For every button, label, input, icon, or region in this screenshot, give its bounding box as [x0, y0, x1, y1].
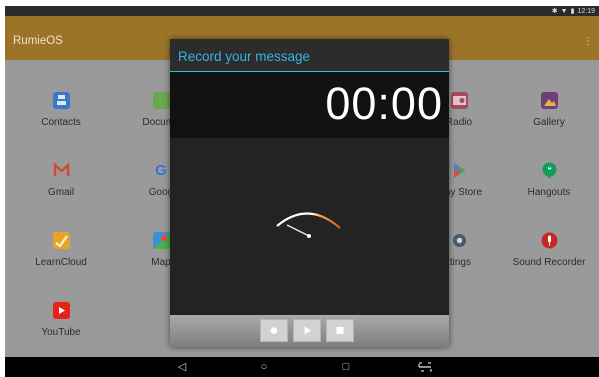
bluetooth-icon: ✱: [551, 8, 558, 15]
app-label: Sound Recorder: [512, 257, 586, 268]
play-icon: [304, 326, 311, 335]
screenshot-icon[interactable]: [415, 359, 435, 375]
stop-button[interactable]: [326, 319, 354, 342]
learncloud-icon: [52, 232, 70, 249]
settings-icon: [451, 232, 468, 249]
hangouts-icon: ❝: [541, 162, 558, 179]
app-label: Contacts: [41, 117, 81, 128]
navigation-bar: ◁ ○ □: [5, 357, 599, 377]
wifi-icon: ▼: [560, 7, 568, 15]
play-store-icon: [451, 162, 468, 179]
app-hangouts[interactable]: ❝ Hangouts: [499, 162, 599, 198]
sound-recorder-icon: [541, 232, 558, 249]
dialog-header: Record your message: [170, 39, 449, 72]
battery-icon: ▮: [570, 8, 575, 15]
google-icon: G: [155, 162, 167, 179]
status-time: 12:19: [577, 7, 595, 15]
vu-meter-icon: [276, 212, 341, 238]
recents-icon[interactable]: □: [336, 359, 356, 375]
stop-icon: [336, 327, 344, 334]
gallery-icon: [540, 92, 558, 109]
app-label: Gallery: [533, 117, 565, 128]
timer-panel: 00:00: [170, 72, 449, 138]
app-learncloud[interactable]: LearnCloud: [11, 232, 111, 268]
home-icon[interactable]: ○: [254, 359, 274, 375]
maps-icon: [152, 232, 170, 249]
timer-readout: 00:00: [325, 78, 443, 129]
gmail-icon: [53, 162, 70, 179]
overflow-menu-icon[interactable]: ⋮: [583, 36, 593, 47]
radio-icon: [450, 92, 468, 109]
play-button[interactable]: [293, 319, 321, 342]
app-sound-recorder[interactable]: Sound Recorder: [499, 232, 599, 268]
controls-bar: [170, 315, 449, 347]
app-title: RumieOS: [13, 35, 63, 47]
app-contacts[interactable]: Contacts: [11, 92, 111, 128]
contacts-icon: [52, 92, 70, 109]
level-meter-area: [170, 138, 449, 315]
documents-icon: [152, 92, 170, 109]
app-youtube[interactable]: YouTube: [11, 302, 111, 338]
record-dialog: Record your message 00:00: [170, 39, 449, 347]
back-icon[interactable]: ◁: [172, 359, 192, 375]
app-label: LearnCloud: [35, 257, 87, 268]
app-gmail[interactable]: Gmail: [11, 162, 111, 198]
record-button[interactable]: [260, 319, 288, 342]
device-screen: ✱ ▼ ▮ 12:19 RumieOS ⋮ Contacts Docume Ra…: [5, 6, 599, 377]
record-icon: [270, 327, 278, 334]
dialog-title: Record your message: [178, 49, 311, 64]
svg-text:❝: ❝: [547, 166, 551, 175]
status-bar: ✱ ▼ ▮ 12:19: [5, 6, 599, 16]
app-label: YouTube: [41, 327, 81, 338]
app-label: Gmail: [47, 187, 75, 198]
app-gallery[interactable]: Gallery: [499, 92, 599, 128]
app-label: Hangouts: [527, 187, 571, 198]
youtube-icon: [52, 302, 70, 319]
